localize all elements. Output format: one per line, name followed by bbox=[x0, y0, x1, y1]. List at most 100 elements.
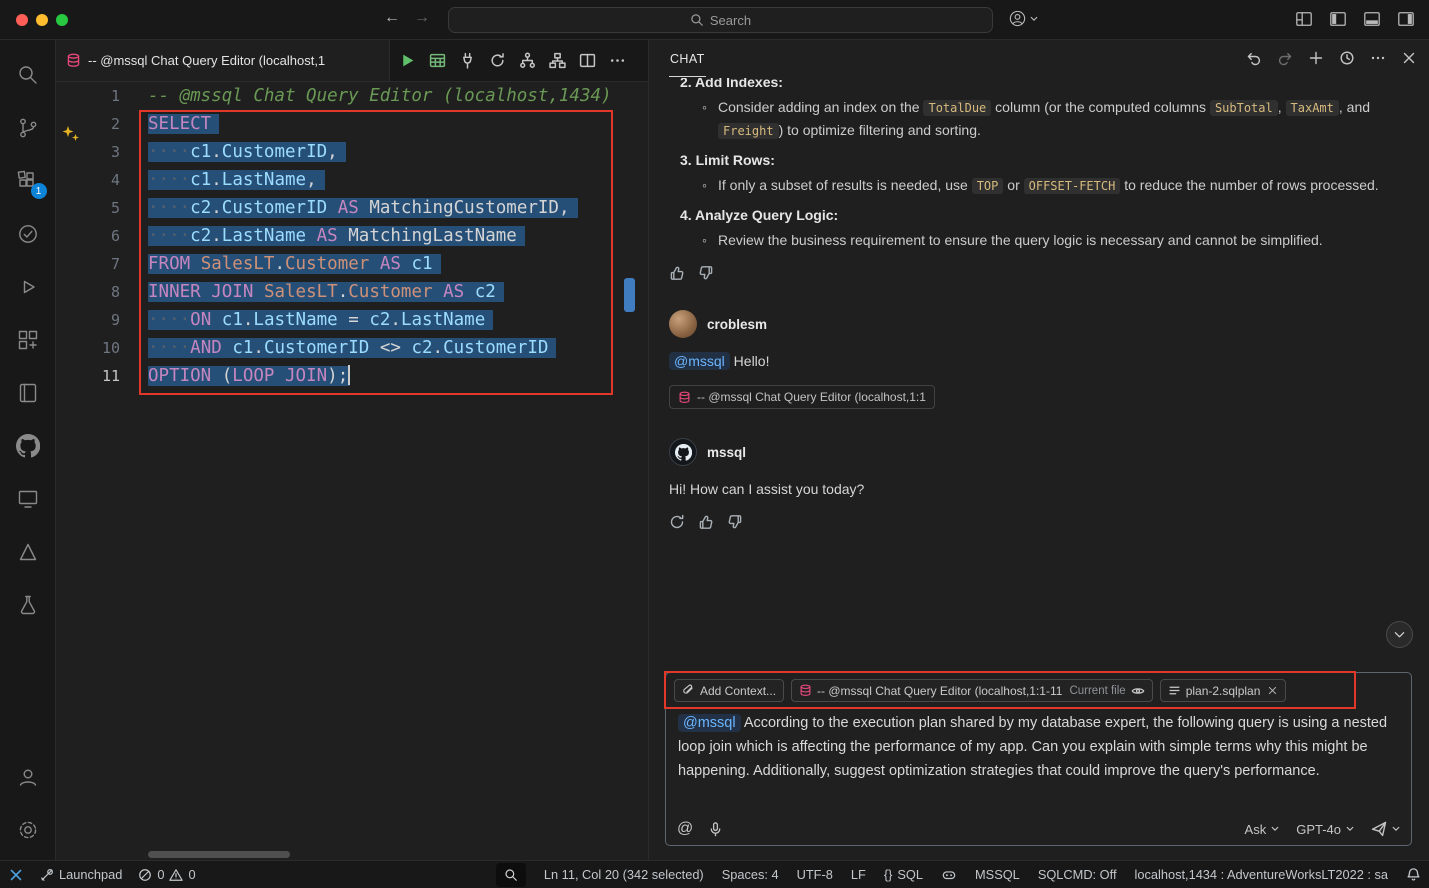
undo-icon[interactable] bbox=[1246, 50, 1262, 66]
toggle-primary-sidebar-icon[interactable] bbox=[1329, 10, 1347, 28]
code-line[interactable]: 5····c2.CustomerID AS MatchingCustomerID… bbox=[56, 194, 648, 222]
editor-tab[interactable]: -- @mssql Chat Query Editor (localhost,1 bbox=[56, 40, 390, 81]
mode-selector[interactable]: Ask bbox=[1245, 822, 1280, 837]
thumbs-down-icon[interactable] bbox=[727, 514, 743, 530]
change-connection-icon[interactable] bbox=[489, 52, 506, 69]
code-line[interactable]: 11OPTION (LOOP JOIN); bbox=[56, 362, 648, 390]
launchpad-button[interactable]: Launchpad bbox=[40, 867, 122, 882]
components-view-button[interactable] bbox=[0, 313, 56, 366]
customize-layout-icon[interactable] bbox=[1295, 10, 1313, 28]
code-line[interactable]: 4····c1.LastName, bbox=[56, 166, 648, 194]
status-bar: Launchpad 0 0 Ln 11, Col 20 (342 selecte… bbox=[0, 860, 1429, 888]
code-line[interactable]: 9····ON c1.LastName = c2.LastName bbox=[56, 306, 648, 334]
profile-menu-button[interactable] bbox=[1008, 9, 1038, 28]
command-center-search[interactable]: Search bbox=[448, 7, 993, 33]
extensions-button[interactable]: 1 bbox=[0, 154, 56, 207]
run-query-button[interactable] bbox=[399, 52, 416, 69]
context-file-pill[interactable]: -- @mssql Chat Query Editor (localhost,1… bbox=[791, 679, 1153, 702]
assistant-avatar bbox=[669, 438, 697, 466]
connection-status[interactable]: localhost,1434 : AdventureWorksLT2022 : … bbox=[1135, 867, 1388, 882]
azure-view-button[interactable] bbox=[0, 525, 56, 578]
redo-icon[interactable] bbox=[1277, 50, 1293, 66]
sqlcmd-status[interactable]: SQLCMD: Off bbox=[1038, 867, 1117, 882]
actual-plan-icon[interactable] bbox=[549, 52, 566, 69]
estimated-plan-icon[interactable] bbox=[519, 52, 536, 69]
line-number: 5 bbox=[56, 194, 120, 222]
code-line[interactable]: 10····AND c1.CustomerID <> c2.CustomerID bbox=[56, 334, 648, 362]
zoom-indicator[interactable] bbox=[496, 863, 526, 887]
minimize-window-button[interactable] bbox=[36, 14, 48, 26]
close-icon[interactable] bbox=[1401, 50, 1417, 66]
remove-context-icon[interactable] bbox=[1267, 685, 1278, 696]
source-control-button[interactable] bbox=[0, 101, 56, 154]
toggle-secondary-sidebar-icon[interactable] bbox=[1397, 10, 1415, 28]
encoding-indicator[interactable]: UTF-8 bbox=[797, 867, 833, 882]
code-area[interactable]: 1-- @mssql Chat Query Editor (localhost,… bbox=[56, 82, 648, 390]
horizontal-scrollbar[interactable] bbox=[148, 851, 290, 858]
chat-header: CHAT bbox=[649, 40, 1429, 78]
microphone-icon[interactable] bbox=[708, 821, 723, 837]
cursor-position[interactable]: Ln 11, Col 20 (342 selected) bbox=[544, 867, 704, 882]
back-button[interactable]: ← bbox=[384, 9, 400, 27]
mssql-status[interactable]: MSSQL bbox=[975, 867, 1020, 882]
notebooks-view-button[interactable] bbox=[0, 366, 56, 419]
remote-explorer-button[interactable] bbox=[0, 472, 56, 525]
editor[interactable]: 1-- @mssql Chat Query Editor (localhost,… bbox=[56, 82, 648, 860]
notifications-button[interactable] bbox=[1406, 867, 1421, 882]
run-view-button[interactable] bbox=[0, 260, 56, 313]
code-line[interactable]: 2SELECT bbox=[56, 110, 648, 138]
toggle-panel-icon[interactable] bbox=[1363, 10, 1381, 28]
more-actions-icon[interactable] bbox=[609, 52, 626, 69]
search-placeholder: Search bbox=[710, 13, 751, 28]
history-icon[interactable] bbox=[1339, 50, 1355, 66]
code-line[interactable]: 3····c1.CustomerID, bbox=[56, 138, 648, 166]
split-editor-icon[interactable] bbox=[579, 52, 596, 69]
copilot-sparkle-icon[interactable] bbox=[61, 125, 81, 148]
close-window-button[interactable] bbox=[16, 14, 28, 26]
code-line[interactable]: 8INNER JOIN SalesLT.Customer AS c2 bbox=[56, 278, 648, 306]
copilot-icon bbox=[941, 868, 957, 882]
results-grid-icon[interactable] bbox=[429, 52, 446, 69]
zoom-window-button[interactable] bbox=[56, 14, 68, 26]
context-plan-pill[interactable]: plan-2.sqlplan bbox=[1160, 679, 1287, 702]
search-icon bbox=[690, 13, 704, 27]
chat-tab[interactable]: CHAT bbox=[669, 49, 706, 77]
settings-button[interactable] bbox=[0, 803, 56, 856]
thumbs-up-icon[interactable] bbox=[698, 514, 714, 530]
eol-indicator[interactable]: LF bbox=[851, 867, 866, 882]
remote-indicator[interactable] bbox=[8, 867, 24, 883]
search-view-button[interactable] bbox=[0, 48, 56, 101]
model-selector[interactable]: GPT-4o bbox=[1296, 822, 1354, 837]
github-view-button[interactable] bbox=[0, 419, 56, 472]
forward-button[interactable]: → bbox=[414, 9, 430, 27]
thumbs-down-icon[interactable] bbox=[698, 265, 714, 281]
send-button[interactable] bbox=[1371, 821, 1400, 837]
error-icon bbox=[138, 868, 152, 882]
thumbs-up-icon[interactable] bbox=[669, 265, 685, 281]
code-line[interactable]: 6····c2.LastName AS MatchingLastName bbox=[56, 222, 648, 250]
problems-indicator[interactable]: 0 0 bbox=[138, 867, 195, 882]
chevron-down-icon bbox=[1392, 826, 1400, 832]
accounts-button[interactable] bbox=[0, 750, 56, 803]
scroll-to-bottom-button[interactable] bbox=[1386, 621, 1413, 648]
flask-view-button[interactable] bbox=[0, 578, 56, 631]
rerun-icon[interactable] bbox=[669, 514, 685, 530]
window-controls bbox=[16, 14, 68, 26]
add-context-button[interactable]: Add Context... bbox=[674, 679, 784, 702]
new-chat-icon[interactable] bbox=[1308, 50, 1324, 66]
mssql-database-icon bbox=[678, 391, 691, 404]
mention-button[interactable]: @ bbox=[677, 820, 693, 838]
language-indicator[interactable]: {}SQL bbox=[884, 867, 923, 882]
copilot-status[interactable] bbox=[941, 868, 957, 882]
code-line[interactable]: 1-- @mssql Chat Query Editor (localhost,… bbox=[56, 82, 648, 110]
more-icon[interactable] bbox=[1370, 50, 1386, 66]
indentation-indicator[interactable]: Spaces: 4 bbox=[722, 867, 779, 882]
search-icon bbox=[16, 63, 40, 87]
chat-input[interactable]: @mssql According to the execution plan s… bbox=[666, 702, 1411, 783]
attached-file-pill[interactable]: -- @mssql Chat Query Editor (localhost,1… bbox=[669, 385, 935, 409]
eye-icon[interactable] bbox=[1131, 684, 1145, 698]
disconnect-icon[interactable] bbox=[459, 52, 476, 69]
chevron-down-icon bbox=[1271, 826, 1279, 832]
code-line[interactable]: 7FROM SalesLT.Customer AS c1 bbox=[56, 250, 648, 278]
mssql-view-button[interactable] bbox=[0, 207, 56, 260]
